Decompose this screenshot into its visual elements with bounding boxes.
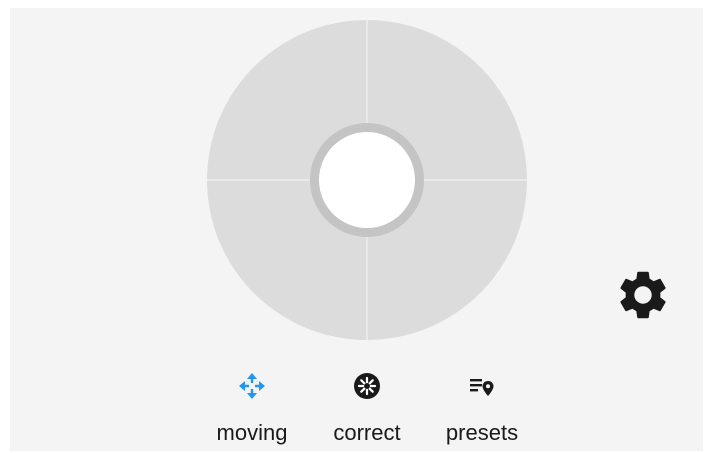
pan-tilt-joystick[interactable] bbox=[207, 20, 527, 340]
mode-presets-button[interactable]: presets bbox=[434, 370, 530, 450]
aperture-icon bbox=[354, 373, 380, 399]
mode-presets-label: presets bbox=[445, 420, 519, 445]
mode-moving-label: moving bbox=[216, 420, 288, 445]
settings-button[interactable] bbox=[614, 266, 672, 324]
camera-control-panel: moving correct presets bbox=[10, 8, 703, 451]
preset-list-location-icon bbox=[470, 379, 494, 396]
joystick-knob-ring bbox=[310, 123, 424, 237]
move-arrows-icon bbox=[239, 373, 265, 399]
mode-correct-label: correct bbox=[333, 420, 401, 445]
mode-correct-button[interactable]: correct bbox=[319, 370, 415, 450]
joystick-knob[interactable] bbox=[319, 132, 415, 228]
mode-moving-button[interactable]: moving bbox=[204, 370, 300, 450]
gear-icon bbox=[620, 271, 666, 319]
